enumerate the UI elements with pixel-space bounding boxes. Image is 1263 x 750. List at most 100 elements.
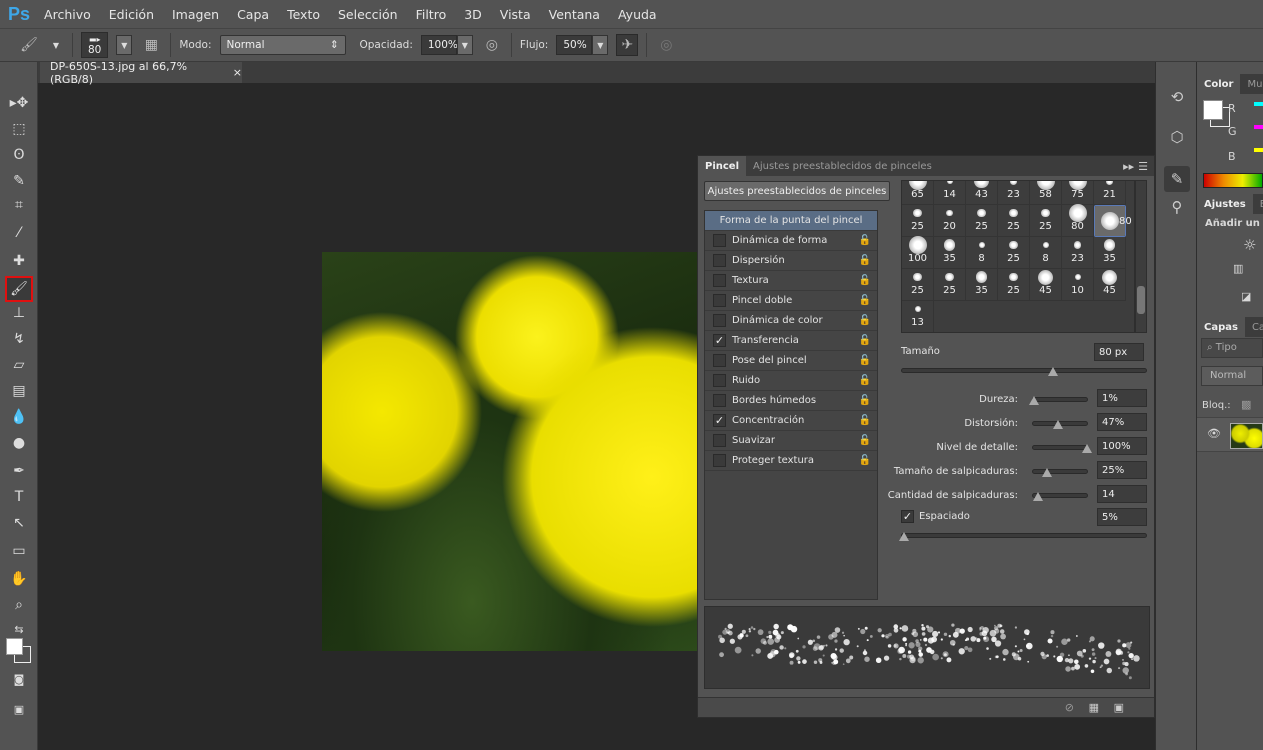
- tab-brush-presets[interactable]: Ajustes preestablecidos de pinceles: [746, 156, 939, 176]
- lock-icon[interactable]: 🔓: [859, 335, 871, 346]
- eraser-tool-icon[interactable]: ▱: [7, 354, 31, 376]
- lock-icon[interactable]: 🔓: [859, 255, 871, 266]
- lock-icon[interactable]: 🔓: [859, 415, 871, 426]
- menu-archivo[interactable]: Archivo: [44, 7, 91, 22]
- tab-layers[interactable]: Capas: [1197, 317, 1245, 337]
- brush-tip-cell[interactable]: 100: [902, 236, 934, 269]
- history-brush-tool-icon[interactable]: ↯: [7, 328, 31, 350]
- option-checkbox[interactable]: [713, 234, 726, 247]
- brush-tip-cell[interactable]: 25: [998, 237, 1030, 269]
- brush-option-item[interactable]: Dinámica de forma 🔓: [705, 231, 877, 251]
- path-selection-tool-icon[interactable]: ↖: [7, 512, 31, 534]
- menu-vista[interactable]: Vista: [500, 7, 531, 22]
- brush-tip-cell[interactable]: 20: [934, 205, 966, 237]
- layer-filter-select[interactable]: ⌕ Tipo: [1201, 338, 1263, 358]
- screen-mode-icon[interactable]: ▣: [7, 698, 31, 720]
- brush-tip-cell[interactable]: 75: [1062, 181, 1094, 205]
- menu-imagen[interactable]: Imagen: [172, 7, 219, 22]
- lock-icon[interactable]: 🔓: [859, 375, 871, 386]
- brush-tool-preset-icon[interactable]: 🖌: [18, 34, 40, 56]
- brush-tip-cell[interactable]: 35: [934, 237, 966, 269]
- size-slider-thumb[interactable]: [1048, 367, 1059, 376]
- hand-tool-icon[interactable]: ✋: [7, 568, 31, 590]
- pen-tool-icon[interactable]: ✒: [7, 460, 31, 482]
- slider-thumb[interactable]: [1028, 396, 1039, 405]
- brush-panel-toggle-icon[interactable]: ▦: [140, 34, 162, 56]
- brush-tip-cell[interactable]: 10: [1062, 269, 1094, 301]
- option-checkbox[interactable]: [713, 394, 726, 407]
- brush-option-item[interactable]: Dispersión 🔓: [705, 251, 877, 271]
- lock-icon[interactable]: 🔓: [859, 275, 871, 286]
- brush-option-item[interactable]: ✓ Transferencia 🔓: [705, 331, 877, 351]
- visibility-eye-icon[interactable]: 👁: [1207, 427, 1221, 440]
- tab-adjustments[interactable]: Ajustes: [1197, 194, 1253, 214]
- tool-preset-dropdown[interactable]: ▼: [48, 35, 64, 55]
- spacing-slider[interactable]: [899, 532, 1147, 541]
- brush-tip-cell[interactable]: 25: [902, 269, 934, 301]
- brush-presets-button[interactable]: Ajustes preestablecidos de pinceles: [704, 181, 890, 201]
- option-checkbox[interactable]: [713, 354, 726, 367]
- document-image[interactable]: [322, 252, 697, 651]
- zoom-tool-icon[interactable]: ⌕: [7, 594, 31, 616]
- brush-tip-cell[interactable]: 13: [902, 301, 934, 332]
- lasso-tool-icon[interactable]: ʘ: [7, 144, 31, 166]
- brush-tip-cell[interactable]: 45: [1094, 269, 1126, 301]
- document-tab[interactable]: DP-650S-13.jpg al 66,7% (RGB/8) ×: [40, 60, 242, 86]
- spacing-toggle[interactable]: ✓ Espaciado: [901, 510, 970, 523]
- menu-selección[interactable]: Selección: [338, 7, 398, 22]
- marquee-tool-icon[interactable]: ⬚: [7, 118, 31, 140]
- brush-setting-slider[interactable]: [1032, 468, 1088, 477]
- close-tab-icon[interactable]: ×: [233, 66, 242, 79]
- menu-ayuda[interactable]: Ayuda: [618, 7, 657, 22]
- layer-row[interactable]: 👁: [1197, 417, 1263, 452]
- menu-filtro[interactable]: Filtro: [416, 7, 447, 22]
- lock-icon[interactable]: 🔓: [859, 295, 871, 306]
- healing-brush-tool-icon[interactable]: ✚: [7, 250, 31, 272]
- brush-tip-cell[interactable]: 45: [1030, 269, 1062, 301]
- option-checkbox[interactable]: [713, 294, 726, 307]
- spacing-input[interactable]: 5%: [1097, 508, 1147, 526]
- quick-mask-icon[interactable]: ◙: [7, 668, 31, 690]
- clone-source-icon[interactable]: ⚲: [1164, 194, 1190, 220]
- new-brush-icon[interactable]: ▣: [1114, 701, 1124, 714]
- menu-edición[interactable]: Edición: [109, 7, 154, 22]
- r-slider[interactable]: [1254, 102, 1263, 106]
- lock-icon[interactable]: 🔓: [859, 455, 871, 466]
- brush-tip-shape-item[interactable]: Forma de la punta del pincel: [705, 211, 877, 231]
- pressure-opacity-icon[interactable]: ◎: [481, 34, 503, 56]
- collapse-panel-icon[interactable]: ▸▸: [1123, 160, 1134, 173]
- lock-icon[interactable]: 🔓: [859, 315, 871, 326]
- brush-tip-cell[interactable]: 35: [966, 269, 998, 301]
- brush-grid-scrollbar[interactable]: [1135, 180, 1147, 333]
- brush-tip-cell[interactable]: 65: [902, 181, 934, 205]
- history-icon[interactable]: ⟲: [1164, 84, 1190, 110]
- option-checkbox[interactable]: ✓: [713, 414, 726, 427]
- brush-option-item[interactable]: ✓ Concentración 🔓: [705, 411, 877, 431]
- move-tool-icon[interactable]: ▸✥: [7, 92, 31, 114]
- brush-option-item[interactable]: Bordes húmedos 🔓: [705, 391, 877, 411]
- brush-tip-cell[interactable]: 8: [1030, 237, 1062, 269]
- brightness-icon[interactable]: ☼: [1243, 236, 1256, 254]
- slider-thumb[interactable]: [1082, 444, 1092, 453]
- tab-swatches[interactable]: Mue: [1240, 74, 1263, 94]
- brush-tip-cell[interactable]: 80: [1062, 204, 1094, 237]
- 3d-panel-icon[interactable]: ⬡: [1164, 124, 1190, 150]
- foreground-color[interactable]: [6, 638, 23, 655]
- scroll-thumb[interactable]: [1137, 286, 1145, 314]
- brush-tip-cell[interactable]: 25: [998, 205, 1030, 237]
- airbrush-icon[interactable]: ✈: [616, 34, 639, 56]
- tab-styles[interactable]: Est: [1253, 194, 1263, 214]
- quick-selection-tool-icon[interactable]: ✎: [7, 170, 31, 192]
- slider-value-input[interactable]: 14: [1097, 485, 1147, 503]
- brush-setting-slider[interactable]: [1028, 396, 1088, 405]
- brush-tip-cell[interactable]: 21: [1094, 181, 1126, 205]
- brush-tip-cell[interactable]: 80: [1094, 205, 1132, 237]
- brush-grid-icon[interactable]: ▦: [1089, 701, 1099, 714]
- brush-setting-slider[interactable]: [1032, 444, 1092, 453]
- brush-setting-slider[interactable]: [1032, 492, 1088, 501]
- slider-thumb[interactable]: [1041, 468, 1052, 477]
- brush-setting-slider[interactable]: [1032, 420, 1088, 429]
- type-tool-icon[interactable]: T: [7, 486, 31, 508]
- rectangle-tool-icon[interactable]: ▭: [7, 540, 31, 562]
- opacity-dropdown[interactable]: ▼: [456, 35, 473, 55]
